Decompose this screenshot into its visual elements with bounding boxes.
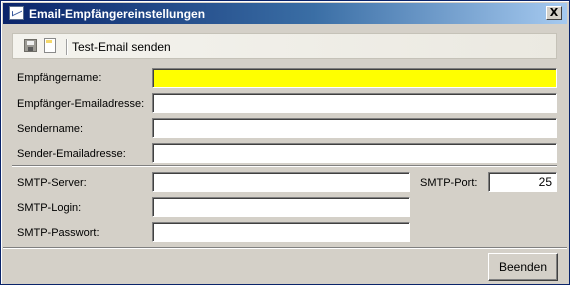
save-icon[interactable]	[24, 39, 37, 52]
sender-name-field[interactable]	[152, 118, 557, 138]
window-title: Email-Empfängereinstellungen	[29, 7, 206, 21]
close-icon[interactable]: X	[546, 6, 562, 20]
smtp-login-label: SMTP-Login:	[17, 202, 82, 214]
recipient-email-label: Empfänger-Emailadresse:	[17, 98, 145, 110]
close-button[interactable]: Beenden	[488, 253, 558, 281]
recipient-name-field[interactable]	[152, 68, 557, 88]
smtp-server-label: SMTP-Server:	[17, 177, 87, 189]
smtp-login-field[interactable]	[152, 197, 410, 217]
smtp-server-field[interactable]	[152, 172, 410, 192]
smtp-port-label: SMTP-Port:	[420, 177, 478, 189]
title-bar[interactable]: Email-Empfängereinstellungen X	[3, 3, 567, 24]
smtp-port-field[interactable]	[488, 172, 557, 192]
toolbar-separator	[66, 39, 67, 55]
smtp-password-field[interactable]	[152, 222, 410, 242]
sender-email-field[interactable]	[152, 143, 557, 163]
recipient-name-label: Empfängername:	[17, 72, 102, 84]
section-divider	[12, 165, 557, 167]
test-email-button[interactable]: Test-Email senden	[72, 40, 171, 54]
smtp-password-label: SMTP-Passwort:	[17, 227, 100, 239]
sender-name-label: Sendername:	[17, 123, 84, 135]
footer-divider	[3, 247, 567, 249]
recipient-email-field[interactable]	[152, 93, 557, 113]
toolbar: Test-Email senden	[12, 33, 557, 59]
email-settings-dialog: Email-Empfängereinstellungen X Test-Emai…	[0, 0, 570, 285]
sender-email-label: Sender-Emailadresse:	[17, 148, 126, 160]
email-icon	[9, 6, 24, 20]
new-document-icon[interactable]	[44, 38, 56, 53]
